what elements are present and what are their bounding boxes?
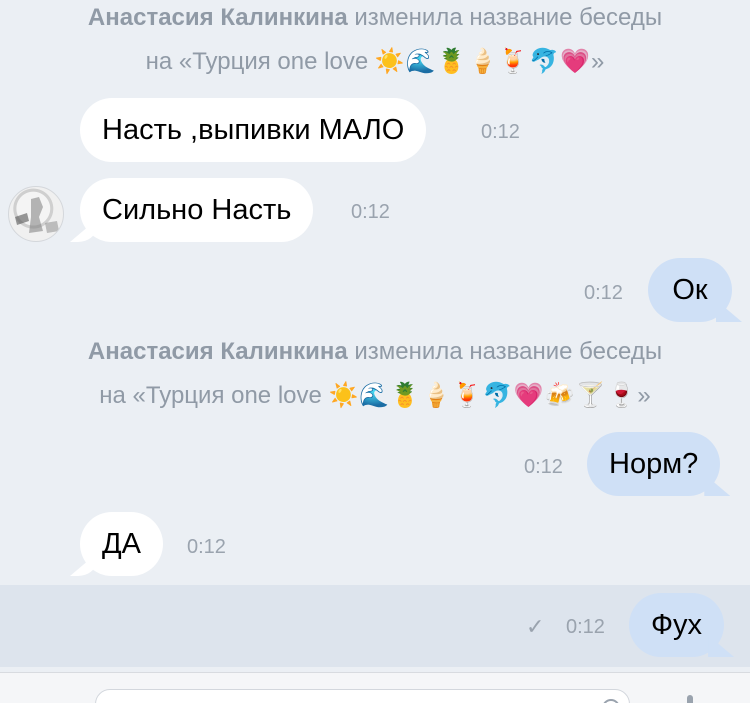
- message-text: Насть ,выпивки МАЛО: [102, 114, 405, 146]
- avatar[interactable]: [8, 186, 64, 242]
- system-action: изменила название беседы: [354, 4, 663, 31]
- message-bubble[interactable]: Насть ,выпивки МАЛО: [80, 98, 427, 162]
- message-time: 0:12: [566, 616, 605, 638]
- system-message: Анастасия Калинкина изменила название бе…: [0, 0, 750, 84]
- message-text: ДА: [102, 528, 141, 560]
- system-action: изменила название беседы: [354, 338, 663, 365]
- message-bubble[interactable]: Сильно Насть: [80, 178, 314, 242]
- message-time: 0:12: [187, 536, 226, 558]
- message-bubble[interactable]: Норм?: [587, 432, 721, 496]
- chat-history[interactable]: Анастасия Калинкина изменила название бе…: [0, 0, 750, 670]
- message-text: Норм?: [609, 448, 699, 480]
- attach-icon[interactable]: [34, 695, 56, 703]
- emoji-sequence: ☀️🌊🍍🍦🍹🐬💗: [374, 48, 592, 75]
- system-title-prefix: на «Турция one love: [99, 382, 329, 409]
- message-text: Сильно Насть: [102, 194, 292, 226]
- message-bubble[interactable]: ДА: [80, 512, 163, 576]
- message-bubble[interactable]: Ок: [648, 258, 732, 322]
- emoji-sequence: ☀️🌊🍍🍦🍹🐬💗🍻🍸🍷: [328, 382, 638, 409]
- system-title-suffix: »: [637, 382, 651, 409]
- message-composer: [0, 672, 750, 703]
- system-author[interactable]: Анастасия Калинкина: [88, 338, 348, 365]
- message-time: 0:12: [351, 201, 390, 223]
- system-message: Анастасия Калинкина изменила название бе…: [0, 330, 750, 418]
- message-text: Фух: [651, 609, 703, 641]
- message-time: 0:12: [584, 282, 623, 304]
- microphone-icon[interactable]: [683, 693, 697, 703]
- sticker-icon[interactable]: [601, 698, 621, 703]
- system-title-suffix: »: [591, 48, 605, 75]
- message-bubble[interactable]: Фух: [629, 593, 725, 657]
- message-time: 0:12: [524, 456, 563, 478]
- system-author[interactable]: Анастасия Калинкина: [88, 4, 348, 31]
- sent-check-icon: ✓: [526, 614, 545, 639]
- message-input[interactable]: [96, 690, 629, 703]
- system-title-prefix: на «Турция one love: [145, 48, 375, 75]
- message-input-field[interactable]: [95, 689, 630, 703]
- message-text: Ок: [672, 274, 708, 306]
- message-time: 0:12: [481, 121, 520, 143]
